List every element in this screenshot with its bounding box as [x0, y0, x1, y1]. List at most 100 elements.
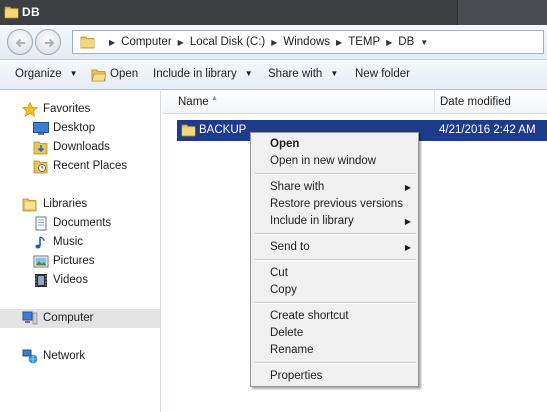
menu-item-label: Send to [270, 241, 310, 253]
menu-separator [255, 302, 416, 304]
nav-desktop[interactable]: Desktop [0, 119, 160, 138]
nav-music-label: Music [53, 236, 84, 248]
videos-icon [35, 274, 47, 287]
address-bar[interactable]: ▶ Computer ▶ Local Disk (C:) ▶ Windows ▶… [72, 30, 544, 54]
new-folder-label: New folder [355, 68, 410, 80]
menu-item-label: Include in library [270, 215, 354, 227]
navigation-bar: ▶ Computer ▶ Local Disk (C:) ▶ Windows ▶… [0, 25, 547, 60]
breadcrumb-computer[interactable]: Computer [121, 36, 172, 48]
menu-item-label: Create shortcut [270, 310, 349, 322]
menu-item-label: Restore previous versions [270, 198, 403, 210]
menu-item-label: Rename [270, 344, 314, 356]
nav-recent-places-label: Recent Places [53, 160, 128, 172]
nav-favorites[interactable]: Favorites [0, 100, 160, 119]
menu-item-include-in-library[interactable]: Include in library ▶ [253, 213, 416, 230]
chevron-right-icon[interactable]: ▶ [386, 38, 392, 47]
nav-videos[interactable]: Videos [0, 271, 160, 290]
menu-item-cut[interactable]: Cut [253, 265, 416, 282]
organize-label: Organize [15, 68, 62, 80]
share-with-label: Share with [268, 68, 323, 80]
column-date-modified[interactable]: Date modified [435, 91, 547, 114]
title-bar-controls[interactable] [457, 0, 547, 25]
menu-item-restore-previous-versions[interactable]: Restore previous versions [253, 196, 416, 213]
menu-item-share-with[interactable]: Share with ▶ [253, 179, 416, 196]
menu-separator [255, 233, 416, 235]
include-in-library-label: Include in library [153, 68, 237, 80]
column-date-label: Date modified [440, 96, 511, 108]
nav-network[interactable]: Network [0, 347, 160, 366]
menu-item-label: Copy [270, 284, 297, 296]
breadcrumb-windows[interactable]: Windows [283, 36, 330, 48]
chevron-down-icon: ▼ [330, 69, 339, 78]
menu-item-label: Open [270, 138, 300, 150]
open-label: Open [110, 68, 139, 80]
forward-arrow-icon [45, 38, 55, 48]
sort-ascending-icon: ▲ [211, 95, 218, 102]
chevron-down-icon: ▼ [69, 69, 78, 78]
submenu-arrow-icon: ▶ [404, 183, 411, 192]
desktop-icon [33, 122, 49, 135]
chevron-right-icon[interactable]: ▶ [336, 38, 342, 47]
nav-downloads[interactable]: Downloads [0, 138, 160, 157]
submenu-arrow-icon: ▶ [404, 243, 411, 252]
new-folder-button[interactable]: New folder [355, 68, 410, 80]
folder-icon [181, 124, 196, 137]
share-with-button[interactable]: Share with ▼ [268, 68, 338, 80]
back-button[interactable] [7, 29, 33, 55]
nav-downloads-label: Downloads [53, 141, 110, 153]
nav-libraries[interactable]: Libraries [0, 195, 160, 214]
breadcrumb-local-disk[interactable]: Local Disk (C:) [190, 36, 265, 48]
documents-icon [35, 216, 47, 231]
organize-button[interactable]: Organize ▼ [15, 68, 78, 80]
menu-item-open[interactable]: Open [253, 136, 416, 153]
file-date: 4/21/2016 2:42 AM [439, 124, 536, 136]
menu-item-properties[interactable]: Properties [253, 368, 416, 385]
navigation-pane: Favorites Desktop Downloads Recent Place… [0, 91, 161, 412]
libraries-icon [22, 198, 37, 212]
menu-separator [255, 173, 416, 175]
menu-separator [255, 259, 416, 261]
computer-icon [22, 311, 38, 325]
column-name[interactable]: Name ▲ [163, 91, 435, 114]
menu-item-label: Cut [270, 267, 288, 279]
star-icon [22, 102, 38, 117]
nav-pictures[interactable]: Pictures [0, 252, 160, 271]
nav-documents-label: Documents [53, 217, 112, 229]
breadcrumb-temp[interactable]: TEMP [348, 36, 380, 48]
menu-item-create-shortcut[interactable]: Create shortcut [253, 308, 416, 325]
nav-computer[interactable]: Computer [0, 309, 160, 328]
folder-icon [80, 36, 95, 49]
column-header: Name ▲ Date modified [163, 91, 547, 114]
downloads-folder-icon [33, 141, 48, 155]
nav-recent-places[interactable]: Recent Places [0, 157, 160, 176]
chevron-down-icon[interactable]: ▼ [420, 38, 428, 47]
context-menu: Open Open in new window Share with ▶ Res… [250, 132, 419, 387]
nav-documents[interactable]: Documents [0, 214, 160, 233]
nav-music[interactable]: Music [0, 233, 160, 252]
forward-button[interactable] [35, 29, 61, 55]
menu-item-rename[interactable]: Rename [253, 342, 416, 359]
breadcrumb: ▶ Computer ▶ Local Disk (C:) ▶ Windows ▶… [103, 36, 434, 48]
open-button[interactable]: Open [110, 68, 138, 80]
nav-pictures-label: Pictures [53, 255, 95, 267]
nav-network-label: Network [43, 350, 86, 362]
nav-desktop-label: Desktop [53, 122, 96, 134]
recent-places-icon [33, 160, 48, 174]
include-in-library-button[interactable]: Include in library ▼ [153, 68, 253, 80]
chevron-right-icon[interactable]: ▶ [109, 38, 115, 47]
chevron-right-icon[interactable]: ▶ [178, 38, 184, 47]
menu-item-copy[interactable]: Copy [253, 282, 416, 299]
breadcrumb-db[interactable]: DB [398, 36, 414, 48]
title-bar: DB [0, 0, 547, 25]
menu-separator [255, 362, 416, 364]
command-bar: Organize ▼ Open Include in library ▼ Share… [0, 60, 547, 90]
chevron-right-icon[interactable]: ▶ [271, 38, 277, 47]
menu-item-label: Share with [270, 181, 325, 193]
window-title: DB [22, 5, 40, 19]
nav-computer-label: Computer [43, 312, 94, 324]
menu-item-label: Properties [270, 370, 323, 382]
menu-item-send-to[interactable]: Send to ▶ [253, 239, 416, 256]
menu-item-open-new-window[interactable]: Open in new window [253, 153, 416, 170]
nav-favorites-label: Favorites [43, 103, 91, 115]
menu-item-delete[interactable]: Delete [253, 325, 416, 342]
